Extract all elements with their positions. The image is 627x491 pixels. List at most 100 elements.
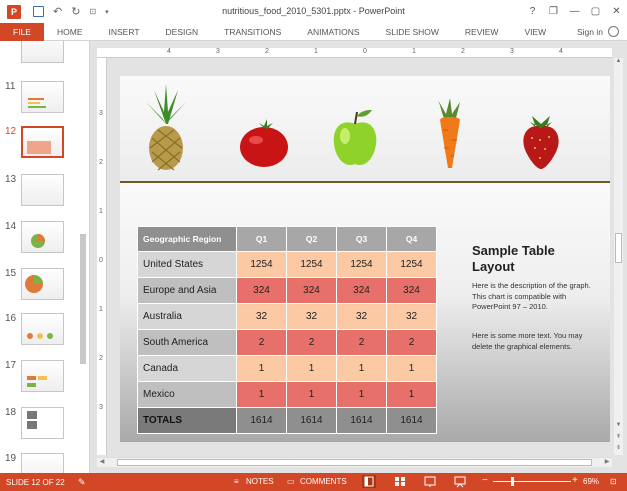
table-cell[interactable]: 1614 <box>236 407 287 434</box>
table-cell[interactable]: 1254 <box>286 251 337 278</box>
thumbnail-slide-15[interactable]: 15 <box>0 268 80 308</box>
table-cell[interactable]: 32 <box>236 303 287 330</box>
table-cell[interactable]: 1254 <box>336 251 387 278</box>
table-cell[interactable]: 1614 <box>286 407 337 434</box>
tab-slide-show[interactable]: SLIDE SHOW <box>373 27 452 37</box>
thumbnail-scroll-thumb[interactable] <box>80 234 86 364</box>
table-cell[interactable]: 1 <box>236 355 287 382</box>
start-from-beginning-icon[interactable]: ⊡ <box>89 7 96 16</box>
thumbnail-slide-13[interactable]: 13 <box>0 174 80 214</box>
table-cell[interactable]: 324 <box>336 277 387 304</box>
table-header-cell[interactable]: Q3 <box>336 226 387 252</box>
notes-button[interactable]: NOTES <box>246 477 274 486</box>
comments-icon[interactable]: ▭ <box>287 477 295 486</box>
table-cell-label[interactable]: Mexico <box>137 381 237 408</box>
previous-slide-icon[interactable]: ⇞ <box>614 433 623 442</box>
fit-slide-icon[interactable]: ⊡ <box>610 477 617 486</box>
table-cell[interactable]: 1614 <box>386 407 437 434</box>
slide-side-description[interactable]: Here is the description of the graph. Th… <box>472 281 600 313</box>
zoom-slider-thumb[interactable] <box>511 477 514 486</box>
slide-side-description-2[interactable]: Here is some more text. You may delete t… <box>472 331 600 352</box>
minimize-button[interactable]: — <box>564 6 585 17</box>
table-cell-label[interactable]: TOTALS <box>137 407 237 434</box>
table-header-cell[interactable]: Q4 <box>386 226 437 252</box>
table-cell-label[interactable]: Australia <box>137 303 237 330</box>
thumbnail-slide-11[interactable]: 11 <box>0 81 80 121</box>
zoom-level[interactable]: 69% <box>583 477 599 486</box>
table-cell-label[interactable]: Europe and Asia <box>137 277 237 304</box>
normal-view-icon[interactable] <box>362 475 376 488</box>
spell-check-icon[interactable]: ✎ <box>78 477 86 488</box>
table-cell[interactable]: 2 <box>386 329 437 356</box>
sign-in-link[interactable]: Sign in <box>577 27 603 37</box>
table-cell[interactable]: 324 <box>386 277 437 304</box>
slide-thumbnail[interactable] <box>21 268 64 300</box>
undo-icon[interactable]: ↶ <box>53 5 62 18</box>
thumbnail-slide-16[interactable]: 16 <box>0 313 80 353</box>
thumbnail-slide-17[interactable]: 17 <box>0 360 80 400</box>
table-cell[interactable]: 32 <box>286 303 337 330</box>
scroll-up-icon[interactable]: ▲ <box>614 58 623 67</box>
table-cell[interactable]: 32 <box>386 303 437 330</box>
comments-button[interactable]: COMMENTS <box>300 477 347 486</box>
scroll-down-icon[interactable]: ▼ <box>614 422 623 431</box>
next-slide-icon[interactable]: ⇟ <box>614 444 623 453</box>
tab-insert[interactable]: INSERT <box>96 27 153 37</box>
table-cell[interactable]: 1 <box>386 355 437 382</box>
thumbnail-slide-10[interactable] <box>0 41 80 81</box>
slide-sorter-view-icon[interactable] <box>393 475 407 488</box>
tab-design[interactable]: DESIGN <box>153 27 212 37</box>
tab-review[interactable]: REVIEW <box>452 27 512 37</box>
thumbnail-slide-14[interactable]: 14 <box>0 221 80 261</box>
table-header-cell[interactable]: Q1 <box>236 226 287 252</box>
table-cell[interactable]: 1254 <box>386 251 437 278</box>
save-icon[interactable] <box>33 6 44 17</box>
table-header-cell[interactable]: Geographic Region <box>137 226 237 252</box>
vertical-scrollbar[interactable]: ▲ ▼ ⇞ ⇟ <box>614 58 623 455</box>
thumbnail-scrollbar[interactable] <box>79 49 87 469</box>
tab-view[interactable]: VIEW <box>511 27 559 37</box>
tab-transitions[interactable]: TRANSITIONS <box>211 27 294 37</box>
scroll-left-icon[interactable]: ◀ <box>97 458 107 467</box>
table-cell-label[interactable]: United States <box>137 251 237 278</box>
table-cell[interactable]: 1 <box>336 381 387 408</box>
scroll-right-icon[interactable]: ▶ <box>602 458 612 467</box>
slide-canvas[interactable]: Geographic Region Q1 Q2 Q3 Q4 United Sta… <box>120 76 610 442</box>
slide-thumbnail[interactable] <box>21 407 64 439</box>
thumbnail-slide-18[interactable]: 18 <box>0 407 80 447</box>
redo-icon[interactable]: ↻ <box>71 5 80 18</box>
slide-thumbnail[interactable] <box>21 81 64 113</box>
slide-thumbnail-active[interactable] <box>21 126 64 158</box>
feedback-smiley-icon[interactable] <box>608 26 619 37</box>
restore-button[interactable]: ▢ <box>585 6 606 17</box>
table-cell[interactable]: 1 <box>386 381 437 408</box>
table-cell[interactable]: 1 <box>286 355 337 382</box>
zoom-in-button[interactable]: + <box>572 475 578 486</box>
help-icon[interactable]: ? <box>522 6 543 17</box>
table-cell-label[interactable]: Canada <box>137 355 237 382</box>
table-cell[interactable]: 1 <box>336 355 387 382</box>
zoom-out-button[interactable]: − <box>482 475 488 486</box>
slide-thumbnail[interactable] <box>21 313 64 345</box>
table-cell[interactable]: 1254 <box>236 251 287 278</box>
table-cell[interactable]: 1614 <box>336 407 387 434</box>
slide-thumbnail[interactable] <box>21 453 64 473</box>
table-header-cell[interactable]: Q2 <box>286 226 337 252</box>
table-cell[interactable]: 2 <box>236 329 287 356</box>
slide-thumbnail[interactable] <box>21 41 64 63</box>
slide-thumbnail[interactable] <box>21 221 64 253</box>
horizontal-scrollbar[interactable]: ◀ ▶ <box>97 457 612 467</box>
tab-file[interactable]: FILE <box>0 22 44 41</box>
vertical-scroll-thumb[interactable] <box>615 233 622 263</box>
table-cell[interactable]: 324 <box>236 277 287 304</box>
tab-animations[interactable]: ANIMATIONS <box>294 27 372 37</box>
reading-view-icon[interactable] <box>423 475 437 488</box>
table-cell[interactable]: 324 <box>286 277 337 304</box>
slide-thumbnail[interactable] <box>21 360 64 392</box>
close-button[interactable]: ✕ <box>606 6 627 17</box>
notes-icon[interactable]: ≡ <box>234 477 239 486</box>
slide-show-view-icon[interactable] <box>453 475 467 488</box>
table-cell[interactable]: 32 <box>336 303 387 330</box>
region-quarter-table[interactable]: Geographic Region Q1 Q2 Q3 Q4 United Sta… <box>137 226 437 434</box>
ribbon-display-options-icon[interactable]: ❐ <box>543 6 564 17</box>
